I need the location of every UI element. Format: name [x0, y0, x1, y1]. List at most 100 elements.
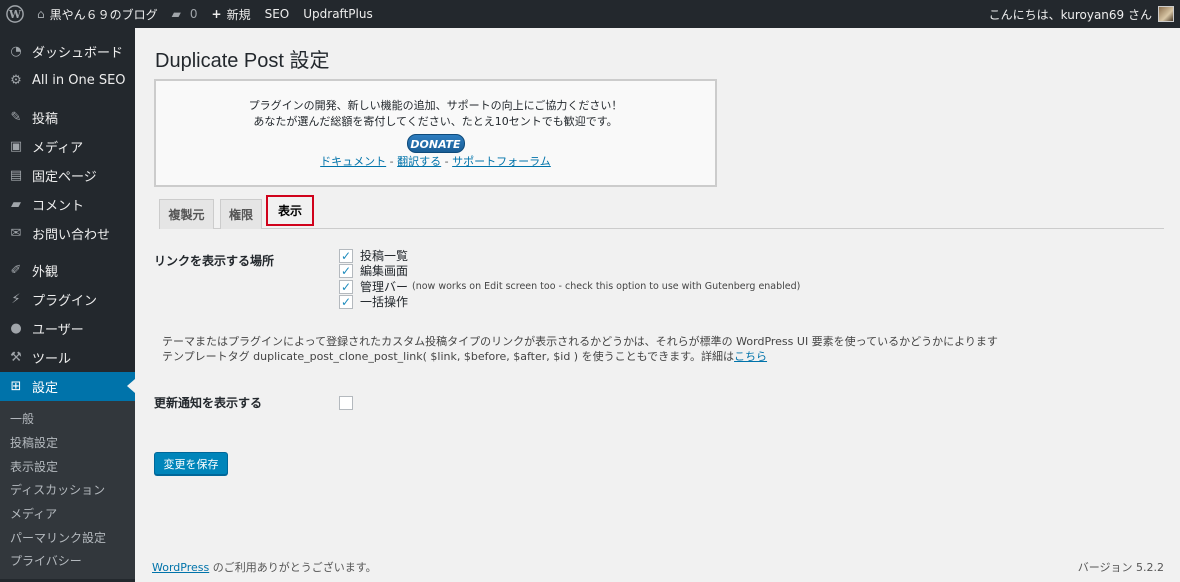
tab-permissions[interactable]: 権限: [220, 199, 262, 229]
sidebar-item-label: お問い合わせ: [32, 228, 111, 243]
footer-version: バージョン 5.2.2: [1077, 561, 1164, 574]
submenu-item-permalinks[interactable]: パーマリンク設定: [0, 525, 135, 549]
translate-link[interactable]: 翻訳する: [397, 155, 441, 168]
new-content-link[interactable]: + 新規: [205, 0, 258, 28]
sidebar-item-label: 投稿: [32, 112, 59, 127]
checkbox-note: (now works on Edit screen too - check th…: [412, 281, 801, 292]
description-line1: テーマまたはプラグインによって登録されたカスタム投稿タイプのリンクが表示されるか…: [162, 335, 998, 348]
save-changes-button[interactable]: 変更を保存: [154, 452, 228, 475]
settings-tabs: 複製元 権限 表示: [159, 195, 1164, 229]
page-title: Duplicate Post 設定: [155, 50, 330, 72]
checkbox-admin-bar[interactable]: ✓: [339, 279, 353, 294]
sidebar-item-label: ツール: [32, 352, 72, 367]
sidebar-item-all-in-one-seo[interactable]: ⚙ All in One SEO: [0, 66, 135, 95]
submenu-item-general[interactable]: 一般: [0, 407, 135, 431]
site-name: 黒やん６９のブログ: [49, 7, 158, 22]
avatar: [1158, 6, 1174, 22]
media-icon: ▣: [9, 139, 23, 154]
checkbox-post-list[interactable]: ✓: [339, 248, 353, 263]
pin-icon: ✎: [10, 110, 22, 125]
sidebar-item-media[interactable]: ▣ メディア: [0, 132, 135, 161]
checkbox-row-bulk-actions[interactable]: ✓ 一括操作: [339, 294, 408, 309]
sidebar-item-posts[interactable]: ✎ 投稿: [0, 103, 135, 132]
documentation-link[interactable]: ドキュメント: [320, 155, 386, 168]
sidebar-item-pages[interactable]: ▤ 固定ページ: [0, 161, 135, 190]
svg-text:W: W: [8, 8, 22, 21]
checkbox-label: 編集画面: [360, 264, 409, 278]
account-menu[interactable]: こんにちは、kuroyan69 さん: [982, 0, 1180, 28]
checkbox-row-update-notice[interactable]: [339, 395, 360, 410]
sidebar-item-comments[interactable]: ▰ コメント: [0, 190, 135, 219]
checkbox-bulk-actions[interactable]: ✓: [339, 294, 353, 309]
updraftplus-menu[interactable]: UpdraftPlus: [296, 0, 379, 28]
submenu-item-privacy[interactable]: プライバシー: [0, 549, 135, 573]
gear-icon: ⚙: [10, 73, 22, 88]
link-separator: -: [389, 155, 394, 168]
new-label: 新規: [226, 7, 251, 22]
seo-menu[interactable]: SEO: [258, 0, 297, 28]
checkbox-edit-screen[interactable]: ✓: [339, 263, 353, 278]
comment-icon: ▰: [11, 197, 21, 212]
donate-button[interactable]: DONATE: [406, 134, 465, 153]
comments-link[interactable]: ▰ 0: [165, 0, 205, 28]
sidebar-item-contact[interactable]: ✉ お問い合わせ: [0, 219, 135, 248]
sidebar-item-appearance[interactable]: ✐ 外観: [0, 256, 135, 285]
details-link[interactable]: こちら: [734, 350, 767, 363]
sidebar-item-label: 固定ページ: [32, 170, 97, 185]
page-icon: ▤: [9, 168, 23, 183]
submenu-item-writing[interactable]: 投稿設定: [0, 431, 135, 455]
donate-text-line2: あなたが選んだ総額を寄付してください、たとえ10セントでも歓迎です。: [253, 115, 618, 128]
greeting: こんにちは、kuroyan69 さん: [988, 7, 1152, 22]
link-location-label: リンクを表示する場所: [154, 254, 275, 268]
footer-credit: WordPress のご利用ありがとうございます。: [152, 559, 377, 575]
plus-icon: +: [211, 7, 222, 21]
site-name-link[interactable]: ⌂ 黒やん６９のブログ: [30, 0, 165, 28]
submenu-item-reading[interactable]: 表示設定: [0, 454, 135, 478]
checkbox-label: 一括操作: [360, 295, 409, 309]
checkbox-row-edit-screen[interactable]: ✓ 編集画面: [339, 263, 408, 278]
sidebar-item-label: 設定: [32, 381, 59, 396]
submenu-item-discussion[interactable]: ディスカッション: [0, 478, 135, 502]
sidebar-item-label: コメント: [32, 199, 85, 214]
tab-display[interactable]: 表示: [266, 195, 314, 226]
dashboard-icon: ◔: [10, 44, 22, 59]
settings-submenu: 一般 投稿設定 表示設定 ディスカッション メディア パーマリンク設定 プライバ…: [0, 401, 135, 579]
brush-icon: ✐: [10, 263, 22, 278]
sidebar-item-label: ダッシュボード: [32, 46, 124, 61]
comment-bubble-icon: ▰: [171, 7, 181, 21]
footer-thanks: のご利用ありがとうございます。: [209, 561, 377, 574]
comments-count: 0: [189, 7, 198, 21]
wordpress-link[interactable]: WordPress: [152, 561, 209, 574]
settings-icon: ⊞: [10, 379, 22, 394]
sidebar-item-label: ユーザー: [32, 323, 84, 338]
checkbox-update-notice[interactable]: [339, 395, 353, 410]
sidebar-item-plugins[interactable]: ⚡ プラグイン: [0, 285, 135, 314]
checkbox-row-admin-bar[interactable]: ✓ 管理バー (now works on Edit screen too - c…: [339, 279, 800, 294]
donate-box: プラグインの開発、新しい機能の追加、サポートの向上にご協力ください！ あなたが選…: [154, 79, 717, 187]
seo-label: SEO: [264, 7, 290, 21]
sidebar-item-settings[interactable]: ⊞ 設定: [0, 372, 135, 401]
description-text: テーマまたはプラグインによって登録されたカスタム投稿タイプのリンクが表示されるか…: [162, 334, 998, 364]
admin-sidebar: ◔ ダッシュボード ⚙ All in One SEO ✎ 投稿 ▣ メディア ▤ 固定ペー…: [0, 28, 135, 582]
sidebar-item-dashboard[interactable]: ◔ ダッシュボード: [0, 37, 135, 66]
checkbox-row-post-list[interactable]: ✓ 投稿一覧: [339, 248, 408, 263]
mail-icon: ✉: [10, 226, 22, 241]
submenu-item-media[interactable]: メディア: [0, 502, 135, 526]
main-content: Duplicate Post 設定 プラグインの開発、新しい機能の追加、サポート…: [135, 28, 1180, 582]
plugin-icon: ⚡: [11, 292, 21, 307]
donate-links: ドキュメント - 翻訳する - サポートフォーラム: [156, 154, 715, 170]
user-icon: ●: [10, 321, 22, 336]
sidebar-item-label: All in One SEO: [32, 73, 126, 88]
wrench-icon: ⚒: [10, 350, 22, 365]
updraftplus-label: UpdraftPlus: [303, 7, 373, 21]
wordpress-logo-icon[interactable]: W: [0, 0, 30, 28]
update-notice-label: 更新通知を表示する: [154, 396, 263, 410]
support-forum-link[interactable]: サポートフォーラム: [452, 155, 551, 168]
sidebar-item-tools[interactable]: ⚒ ツール: [0, 343, 135, 372]
sidebar-item-users[interactable]: ● ユーザー: [0, 314, 135, 343]
donate-text-line1: プラグインの開発、新しい機能の追加、サポートの向上にご協力ください！: [248, 99, 623, 112]
description-line2-text: テンプレートタグ duplicate_post_clone_post_link(…: [162, 350, 735, 363]
sidebar-item-label: メディア: [32, 141, 84, 156]
sidebar-item-label: プラグイン: [32, 294, 98, 309]
tab-copy-source[interactable]: 複製元: [159, 199, 214, 229]
